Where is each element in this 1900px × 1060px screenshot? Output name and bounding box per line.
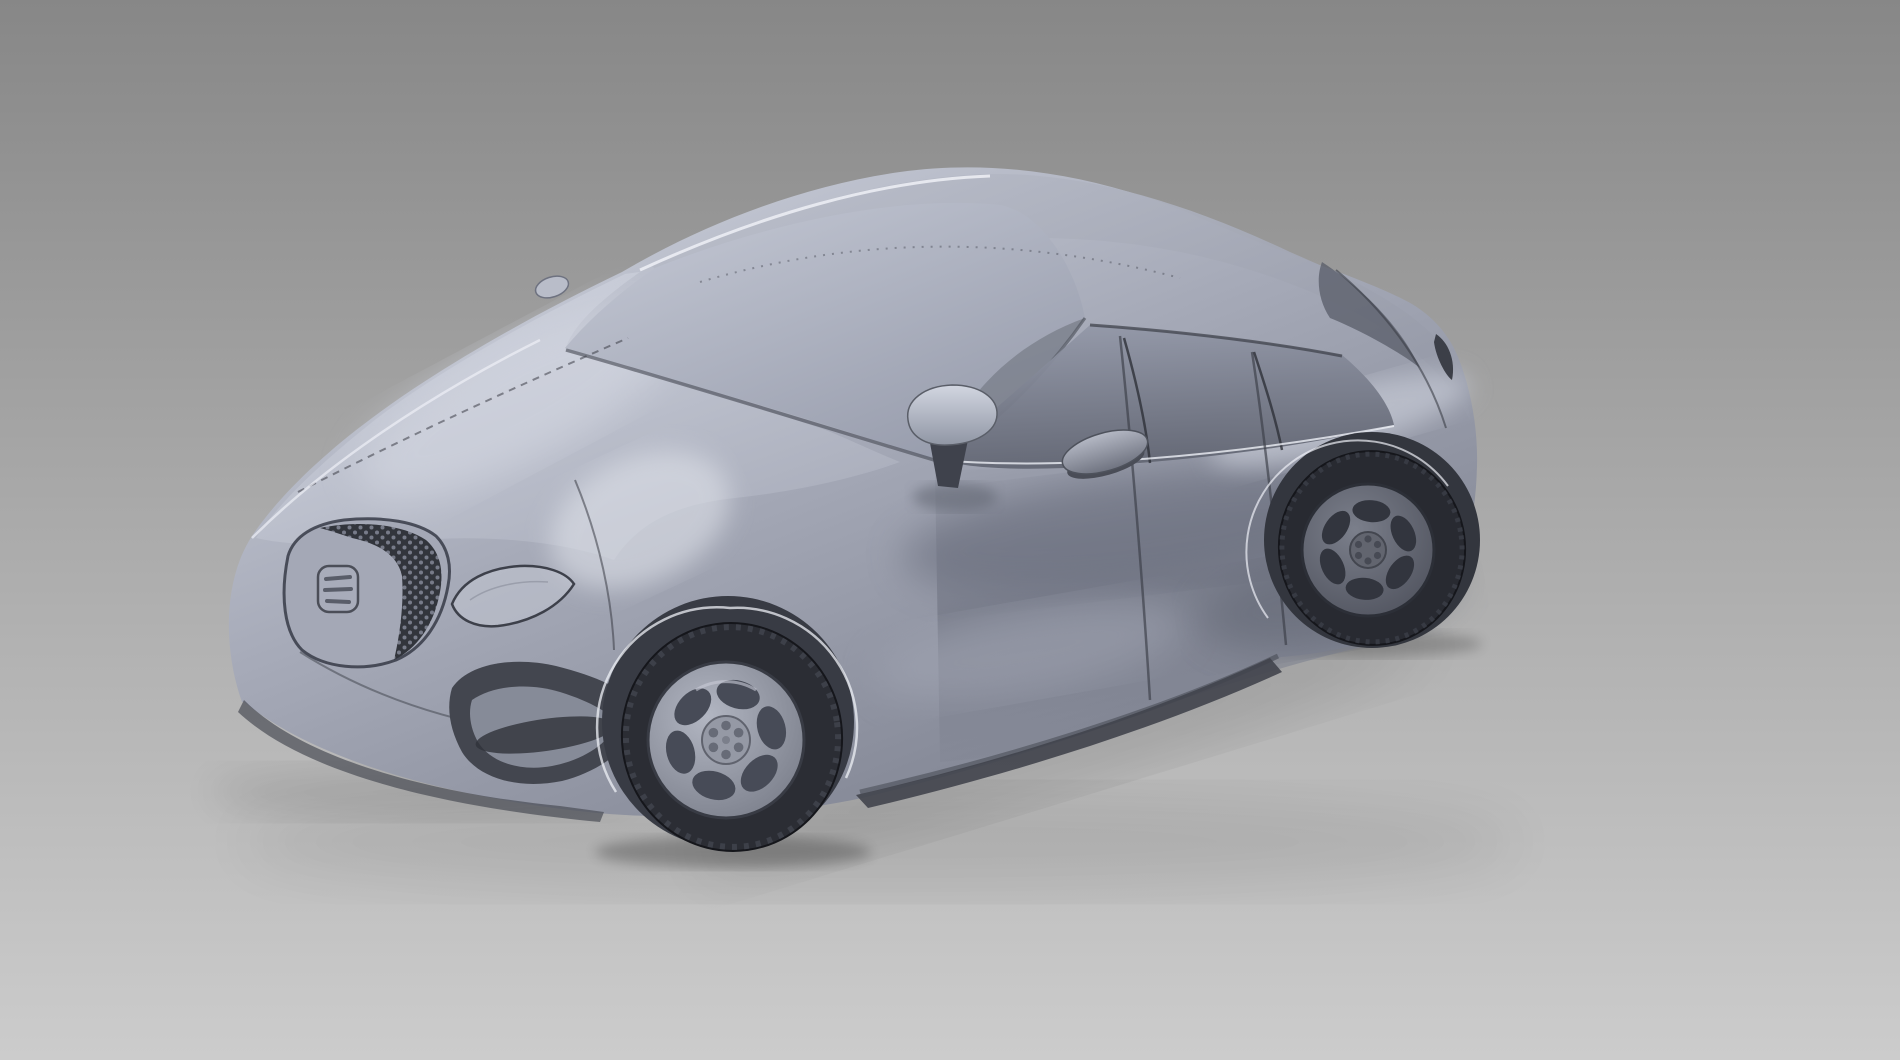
viewport-canvas[interactable] <box>0 0 1900 1060</box>
far-side-mirror <box>533 272 572 302</box>
rear-wheel-hub <box>1350 532 1386 568</box>
render-svg <box>0 0 1900 1060</box>
seat-badge <box>318 566 358 612</box>
front-wheel-hub <box>702 716 750 764</box>
car-model[interactable] <box>229 167 1480 865</box>
